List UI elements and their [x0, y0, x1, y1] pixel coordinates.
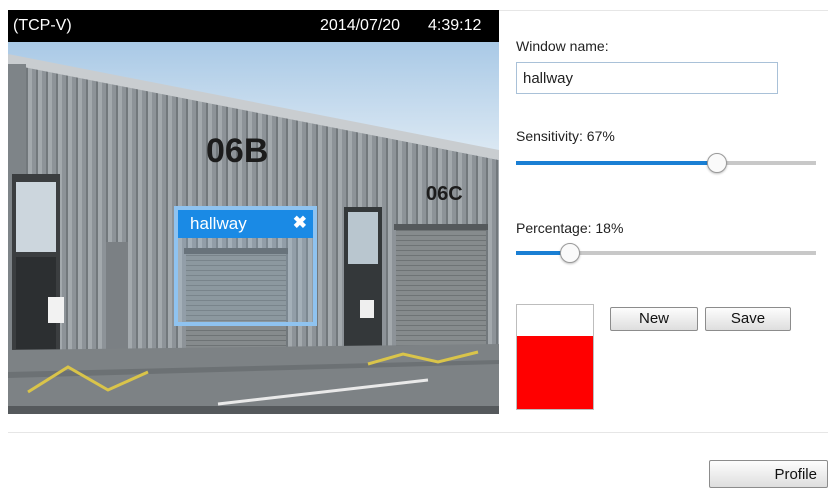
stream-protocol-label: (TCP-V)	[13, 17, 72, 34]
video-viewer: (TCP-V) 2014/07/20 4:39:12 06B 06C hallw…	[8, 10, 499, 414]
motion-activity-indicator	[516, 304, 594, 410]
motion-detection-window[interactable]: hallway ✖	[174, 206, 317, 326]
window-name-label: Window name:	[516, 38, 609, 54]
sensitivity-slider[interactable]	[516, 153, 816, 173]
percentage-slider[interactable]	[516, 243, 816, 263]
profile-button[interactable]: Profile	[709, 460, 828, 488]
window-name-input[interactable]	[516, 62, 778, 94]
close-icon[interactable]: ✖	[293, 213, 307, 233]
percentage-slider-handle[interactable]	[560, 243, 580, 263]
unit-number-06b: 06B	[206, 132, 268, 170]
unit-number-06c: 06C	[426, 183, 463, 205]
viewer-date: 2014/07/20	[320, 17, 401, 34]
sensitivity-slider-handle[interactable]	[707, 153, 727, 173]
motion-window-name: hallway	[190, 214, 247, 233]
viewer-time: 4:39:12	[428, 17, 482, 34]
panel-bottom-divider	[8, 432, 828, 433]
save-button[interactable]: Save	[705, 307, 791, 331]
new-window-button[interactable]: New	[610, 307, 698, 331]
motion-activity-level-bar	[517, 336, 593, 409]
sensitivity-fill	[516, 161, 717, 165]
percentage-label: Percentage: 18%	[516, 220, 624, 236]
sensitivity-label: Sensitivity: 67%	[516, 128, 615, 144]
motion-window-header[interactable]: hallway ✖	[178, 210, 313, 238]
viewer-title-bar: (TCP-V) 2014/07/20 4:39:12	[8, 10, 499, 42]
